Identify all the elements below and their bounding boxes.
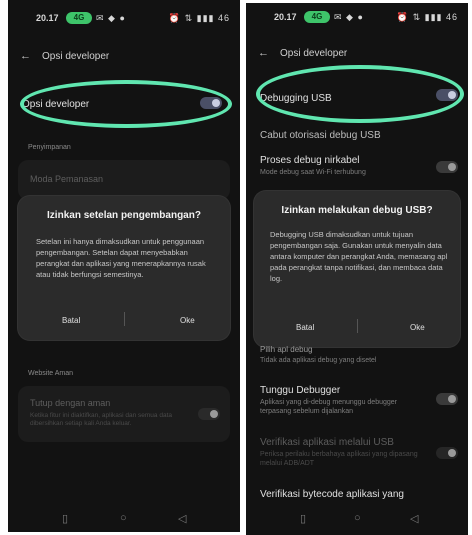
- navigation-bar: ▯ ○ ◁: [8, 506, 240, 532]
- verify-usb-label: Verifikasi aplikasi melalui USB: [260, 437, 394, 448]
- status-time: 20.17: [274, 12, 297, 22]
- page-title: Opsi developer: [42, 51, 110, 62]
- settings-card: Moda Pemanasan: [18, 160, 230, 200]
- dialog-body: Setelan ini hanya dimaksudkan untuk peng…: [36, 237, 206, 279]
- dialog-title: Izinkan melakukan debug USB?: [281, 205, 433, 216]
- cancel-button[interactable]: Batal: [296, 323, 314, 332]
- section-title: Penyimpanan: [28, 144, 71, 151]
- dev-settings-dialog: Izinkan setelan pengembangan? Setelan in…: [18, 196, 230, 340]
- app-bar: ← Opsi developer: [8, 46, 240, 68]
- lower-settings-card: Tutup dengan aman Ketika fitur ini diakt…: [18, 386, 230, 442]
- dialog-body: Debugging USB dimaksudkan untuk tujuan p…: [270, 230, 448, 283]
- recent-apps-icon[interactable]: ▯: [300, 512, 306, 525]
- verify-usb-toggle[interactable]: [436, 447, 458, 459]
- left-screenshot: 20.17 4G ✉ ◆ ● ⏰ ⇅ ▮▮▮ 46 ← Opsi develop…: [8, 0, 240, 532]
- usb-debug-dialog: Izinkan melakukan debug USB? Debugging U…: [254, 191, 460, 347]
- wireless-debug-toggle[interactable]: [436, 161, 458, 173]
- wireless-debug-row[interactable]: Proses debug nirkabel Mode debug saat Wi…: [260, 155, 454, 177]
- highlight-ellipse: [20, 80, 232, 128]
- dialog-title: Izinkan setelan pengembangan?: [47, 210, 201, 221]
- status-time: 20.17: [36, 13, 59, 23]
- select-debug-app-row[interactable]: Pilih apl debug Tidak ada aplikasi debug…: [260, 345, 454, 365]
- back-arrow-icon[interactable]: ←: [20, 50, 31, 62]
- ok-button[interactable]: Oke: [180, 316, 195, 325]
- lower-row-label: Tutup dengan aman: [30, 398, 111, 408]
- bytecode-row[interactable]: Verifikasi bytecode aplikasi yang: [260, 489, 454, 500]
- wait-debugger-row[interactable]: Tunggu Debugger Aplikasi yang di-debug m…: [260, 385, 454, 416]
- app-bar: ← Opsi developer: [246, 43, 468, 65]
- wireless-debug-label: Proses debug nirkabel: [260, 155, 360, 166]
- system-icons: ⏰ ⇅ ▮▮▮ 46: [168, 13, 230, 23]
- lower-row-sub: Ketika fitur ini diaktifkan, aplikasi da…: [30, 412, 172, 427]
- home-icon[interactable]: ○: [354, 512, 361, 524]
- dialog-button-divider: [357, 319, 358, 333]
- wireless-debug-sub: Mode debug saat Wi-Fi terhubung: [260, 169, 366, 176]
- status-bar: 20.17 4G ✉ ◆ ● ⏰ ⇅ ▮▮▮ 46: [246, 9, 468, 29]
- wait-debugger-label: Tunggu Debugger: [260, 385, 341, 396]
- wait-debugger-sub: Aplikasi yang di-debug menunggu debugger…: [260, 399, 397, 415]
- back-icon[interactable]: ◁: [178, 512, 186, 525]
- back-arrow-icon[interactable]: ←: [258, 47, 269, 59]
- ok-button[interactable]: Oke: [410, 323, 425, 332]
- status-bar: 20.17 4G ✉ ◆ ● ⏰ ⇅ ▮▮▮ 46: [8, 10, 240, 30]
- highlight-ellipse: [256, 65, 464, 123]
- wait-debugger-toggle[interactable]: [436, 393, 458, 405]
- system-icons: ⏰ ⇅ ▮▮▮ 46: [396, 12, 458, 22]
- select-debug-app-sub: Tidak ada aplikasi debug yang disetel: [260, 357, 377, 364]
- lower-row-toggle[interactable]: [198, 408, 220, 420]
- navigation-bar: ▯ ○ ◁: [246, 506, 468, 532]
- network-pill: 4G: [304, 11, 330, 23]
- network-pill: 4G: [66, 12, 92, 24]
- select-debug-app-label: Pilih apl debug: [260, 345, 313, 354]
- revoke-usb-label: Cabut otorisasi debug USB: [260, 130, 381, 141]
- back-icon[interactable]: ◁: [410, 512, 418, 525]
- notification-icons: ✉ ◆ ●: [334, 12, 364, 22]
- revoke-usb-row[interactable]: Cabut otorisasi debug USB: [260, 125, 454, 143]
- home-icon[interactable]: ○: [120, 512, 127, 524]
- verify-usb-row[interactable]: Verifikasi aplikasi melalui USB Periksa …: [260, 437, 454, 468]
- bytecode-label: Verifikasi bytecode aplikasi yang: [260, 489, 404, 500]
- cancel-button[interactable]: Batal: [62, 316, 80, 325]
- page-title: Opsi developer: [280, 48, 348, 59]
- faded-row-label: Moda Pemanasan: [30, 174, 104, 184]
- right-screenshot: 20.17 4G ✉ ◆ ● ⏰ ⇅ ▮▮▮ 46 ← Opsi develop…: [246, 3, 468, 535]
- notification-icons: ✉ ◆ ●: [96, 13, 126, 23]
- verify-usb-sub: Periksa perilaku berbahaya aplikasi yang…: [260, 451, 418, 467]
- lower-section-title: Website Aman: [28, 370, 74, 377]
- dialog-button-divider: [124, 312, 125, 326]
- recent-apps-icon[interactable]: ▯: [62, 512, 68, 525]
